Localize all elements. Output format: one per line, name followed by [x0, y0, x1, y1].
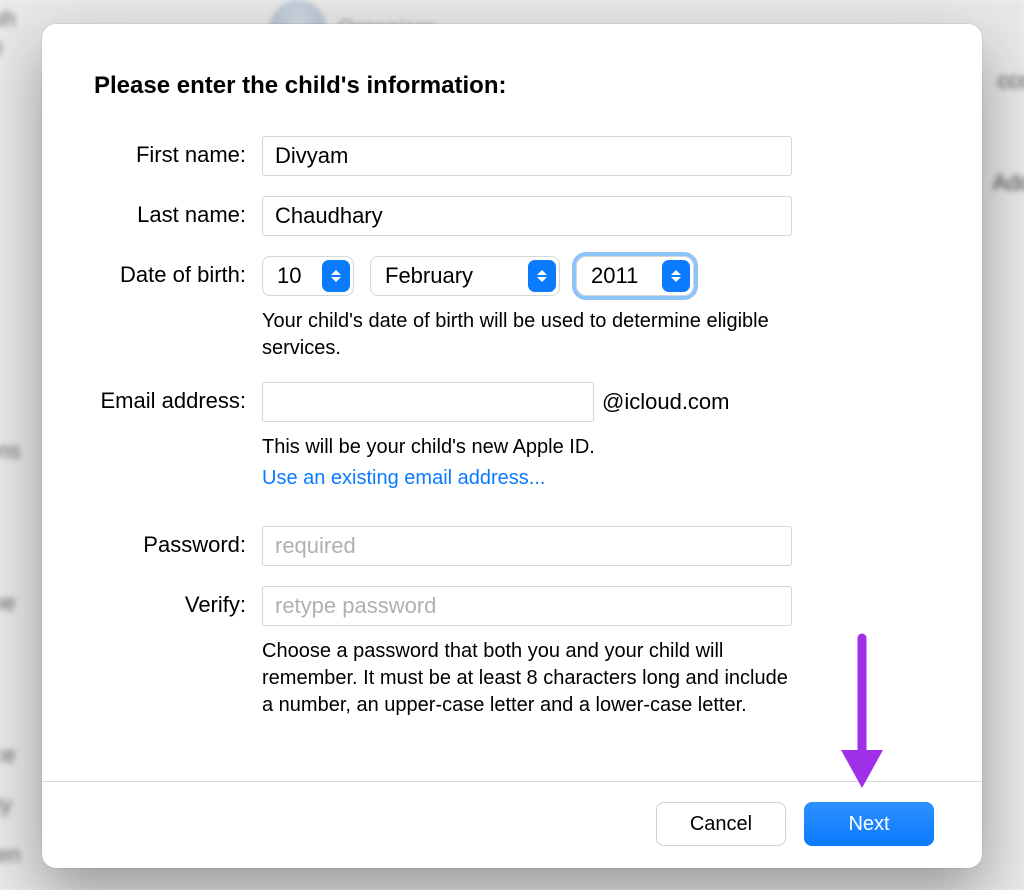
use-existing-email-link[interactable]: Use an existing email address... — [262, 467, 545, 490]
form-area: First name: Last name: Date of birth: 10 — [90, 136, 934, 781]
bg-sidebar-text: ush — [0, 6, 15, 32]
dob-year-value: 2011 — [591, 263, 656, 289]
dob-month-value: February — [385, 263, 522, 289]
verify-label: Verify: — [90, 586, 262, 618]
dob-label: Date of birth: — [90, 256, 262, 288]
bg-right-text: Add I — [993, 170, 1024, 196]
row-password: Password: — [90, 526, 934, 566]
dob-hint: Your child's date of birth will be used … — [262, 308, 792, 362]
dialog-title: Please enter the child's information: — [94, 72, 934, 100]
row-dob: Date of birth: 10 February 2011 — [90, 256, 934, 362]
next-button[interactable]: Next — [804, 802, 934, 846]
bg-sidebar-text: ID — [0, 36, 2, 62]
dob-day-stepper[interactable]: 10 — [262, 256, 354, 296]
email-label: Email address: — [90, 382, 262, 414]
bg-sidebar-text: nce — [0, 742, 15, 768]
password-hint: Choose a password that both you and your… — [262, 638, 792, 719]
row-first-name: First name: — [90, 136, 934, 176]
bg-sidebar-text: Cen — [0, 842, 20, 868]
stepper-control-icon[interactable] — [528, 260, 556, 292]
bg-right-text: ccou — [998, 68, 1024, 94]
stepper-control-icon[interactable] — [322, 260, 350, 292]
password-input[interactable] — [262, 526, 792, 566]
row-last-name: Last name: — [90, 196, 934, 236]
last-name-input[interactable] — [262, 196, 792, 236]
verify-input[interactable] — [262, 586, 792, 626]
email-suffix: @icloud.com — [602, 389, 730, 415]
email-hint: This will be your child's new Apple ID. — [262, 434, 792, 461]
cancel-button[interactable]: Cancel — [656, 802, 786, 846]
password-label: Password: — [90, 526, 262, 558]
stepper-control-icon[interactable] — [662, 260, 690, 292]
button-bar: Cancel Next — [42, 781, 982, 868]
dob-month-stepper[interactable]: February — [370, 256, 560, 296]
first-name-input[interactable] — [262, 136, 792, 176]
row-verify: Verify: Choose a password that both you … — [90, 586, 934, 719]
bg-sidebar-text: ime — [0, 590, 15, 616]
child-info-dialog: Please enter the child's information: Fi… — [42, 24, 982, 868]
dob-day-value: 10 — [277, 263, 316, 289]
bg-sidebar-text: ility — [0, 792, 12, 818]
row-email: Email address: @icloud.com This will be … — [90, 382, 934, 490]
dob-year-stepper[interactable]: 2011 — [576, 256, 694, 296]
bg-sidebar-text: ions — [0, 438, 20, 464]
email-input[interactable] — [262, 382, 594, 422]
last-name-label: Last name: — [90, 196, 262, 228]
first-name-label: First name: — [90, 136, 262, 168]
